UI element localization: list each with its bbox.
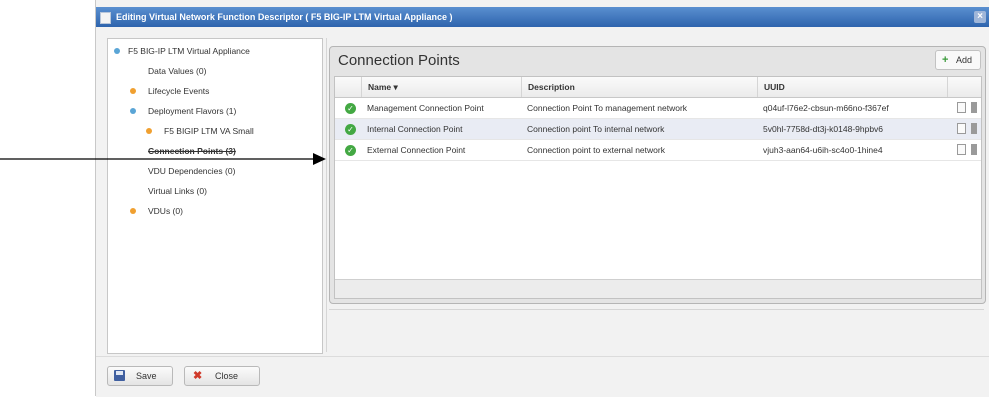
table-row[interactable]: ✓ External Connection Point Connection p… [335, 140, 981, 161]
status-column-header [335, 77, 361, 97]
row-description: Connection point To internal network [527, 124, 665, 134]
delete-icon[interactable] [971, 123, 977, 134]
row-uuid: 5v0hl-7758d-dt3j-k0148-9hpbv6 [763, 124, 884, 134]
status-ok-icon: ✓ [345, 145, 356, 156]
connection-points-table: Name ▾ Description UUID ✓ Management Con… [334, 76, 982, 299]
tree-item-label: F5 BIG-IP LTM Virtual Appliance [128, 46, 250, 56]
dialog-titlebar: Editing Virtual Network Function Descrip… [96, 7, 989, 27]
dialog-window: Editing Virtual Network Function Descrip… [95, 0, 989, 397]
add-button-label: Add [956, 55, 973, 65]
dialog-footer: Save ✖ Close [96, 356, 989, 397]
tree-node-icon [146, 128, 152, 134]
save-icon [114, 370, 125, 381]
edit-icon[interactable] [957, 123, 966, 134]
row-name: Management Connection Point [367, 103, 484, 113]
save-button-label: Save [136, 371, 157, 381]
edit-icon[interactable] [957, 102, 966, 113]
tree-item-label: F5 BIGIP LTM VA Small [164, 126, 254, 136]
close-x-icon: ✖ [193, 370, 203, 382]
row-uuid: q04uf-l76e2-cbsun-m66no-f367ef [763, 103, 889, 113]
tree-item-vdus[interactable]: VDUs (0) [130, 203, 183, 219]
tree-item-data-values[interactable]: Data Values (0) [148, 63, 206, 79]
panel-title: Connection Points [338, 52, 460, 69]
tree-item-root[interactable]: F5 BIG-IP LTM Virtual Appliance [114, 43, 250, 59]
row-description: Connection Point To management network [527, 103, 688, 113]
edit-icon[interactable] [957, 144, 966, 155]
table-row[interactable]: ✓ Management Connection Point Connection… [335, 98, 981, 119]
tree-node-icon [130, 108, 136, 114]
tree-item-f5-bigip-ltm-va-small[interactable]: F5 BIGIP LTM VA Small [146, 123, 254, 139]
main-content: Connection Points + Add Name ▾ Descripti… [326, 38, 986, 353]
column-header-name[interactable]: Name ▾ [361, 77, 521, 97]
column-header-description[interactable]: Description [521, 77, 757, 97]
delete-icon[interactable] [971, 144, 977, 155]
tree-item-deployment-flavors[interactable]: Deployment Flavors (1) [130, 103, 236, 119]
table-header: Name ▾ Description UUID [335, 77, 981, 98]
tree-item-virtual-links[interactable]: Virtual Links (0) [148, 183, 207, 199]
tree-item-label: Deployment Flavors (1) [148, 106, 237, 116]
row-description: Connection point to external network [527, 145, 665, 155]
row-uuid: vjuh3-aan64-u6ih-sc4o0-1hine4 [763, 145, 883, 155]
row-name: Internal Connection Point [367, 124, 463, 134]
tree-item-label: Lifecycle Events [148, 86, 210, 96]
tree-node-icon [130, 88, 136, 94]
navigation-tree: F5 BIG-IP LTM Virtual Appliance Data Val… [107, 38, 323, 354]
tree-item-label: Virtual Links (0) [148, 186, 207, 196]
status-ok-icon: ✓ [345, 103, 356, 114]
table-row[interactable]: ✓ Internal Connection Point Connection p… [335, 119, 981, 140]
dialog-title: Editing Virtual Network Function Descrip… [116, 12, 453, 22]
arrow-annotation [0, 153, 326, 165]
close-button-label: Close [215, 371, 239, 381]
connection-points-panel: Connection Points + Add Name ▾ Descripti… [329, 46, 986, 304]
actions-column-header [947, 77, 981, 97]
tree-item-label: Data Values (0) [148, 66, 207, 76]
close-icon[interactable]: × [974, 11, 986, 23]
window-icon [100, 12, 111, 24]
save-button[interactable]: Save [107, 366, 173, 386]
tree-item-label: VDUs (0) [148, 206, 183, 216]
status-ok-icon: ✓ [345, 124, 356, 135]
column-header-uuid[interactable]: UUID [757, 77, 947, 97]
add-button[interactable]: + Add [935, 50, 981, 70]
tree-node-icon [114, 48, 120, 54]
tree-node-icon [130, 208, 136, 214]
close-button[interactable]: ✖ Close [184, 366, 260, 386]
lower-panel [329, 309, 984, 353]
table-footer [335, 279, 981, 298]
row-name: External Connection Point [367, 145, 466, 155]
delete-icon[interactable] [971, 102, 977, 113]
tree-item-lifecycle-events[interactable]: Lifecycle Events [130, 83, 209, 99]
plus-icon: + [942, 54, 949, 66]
